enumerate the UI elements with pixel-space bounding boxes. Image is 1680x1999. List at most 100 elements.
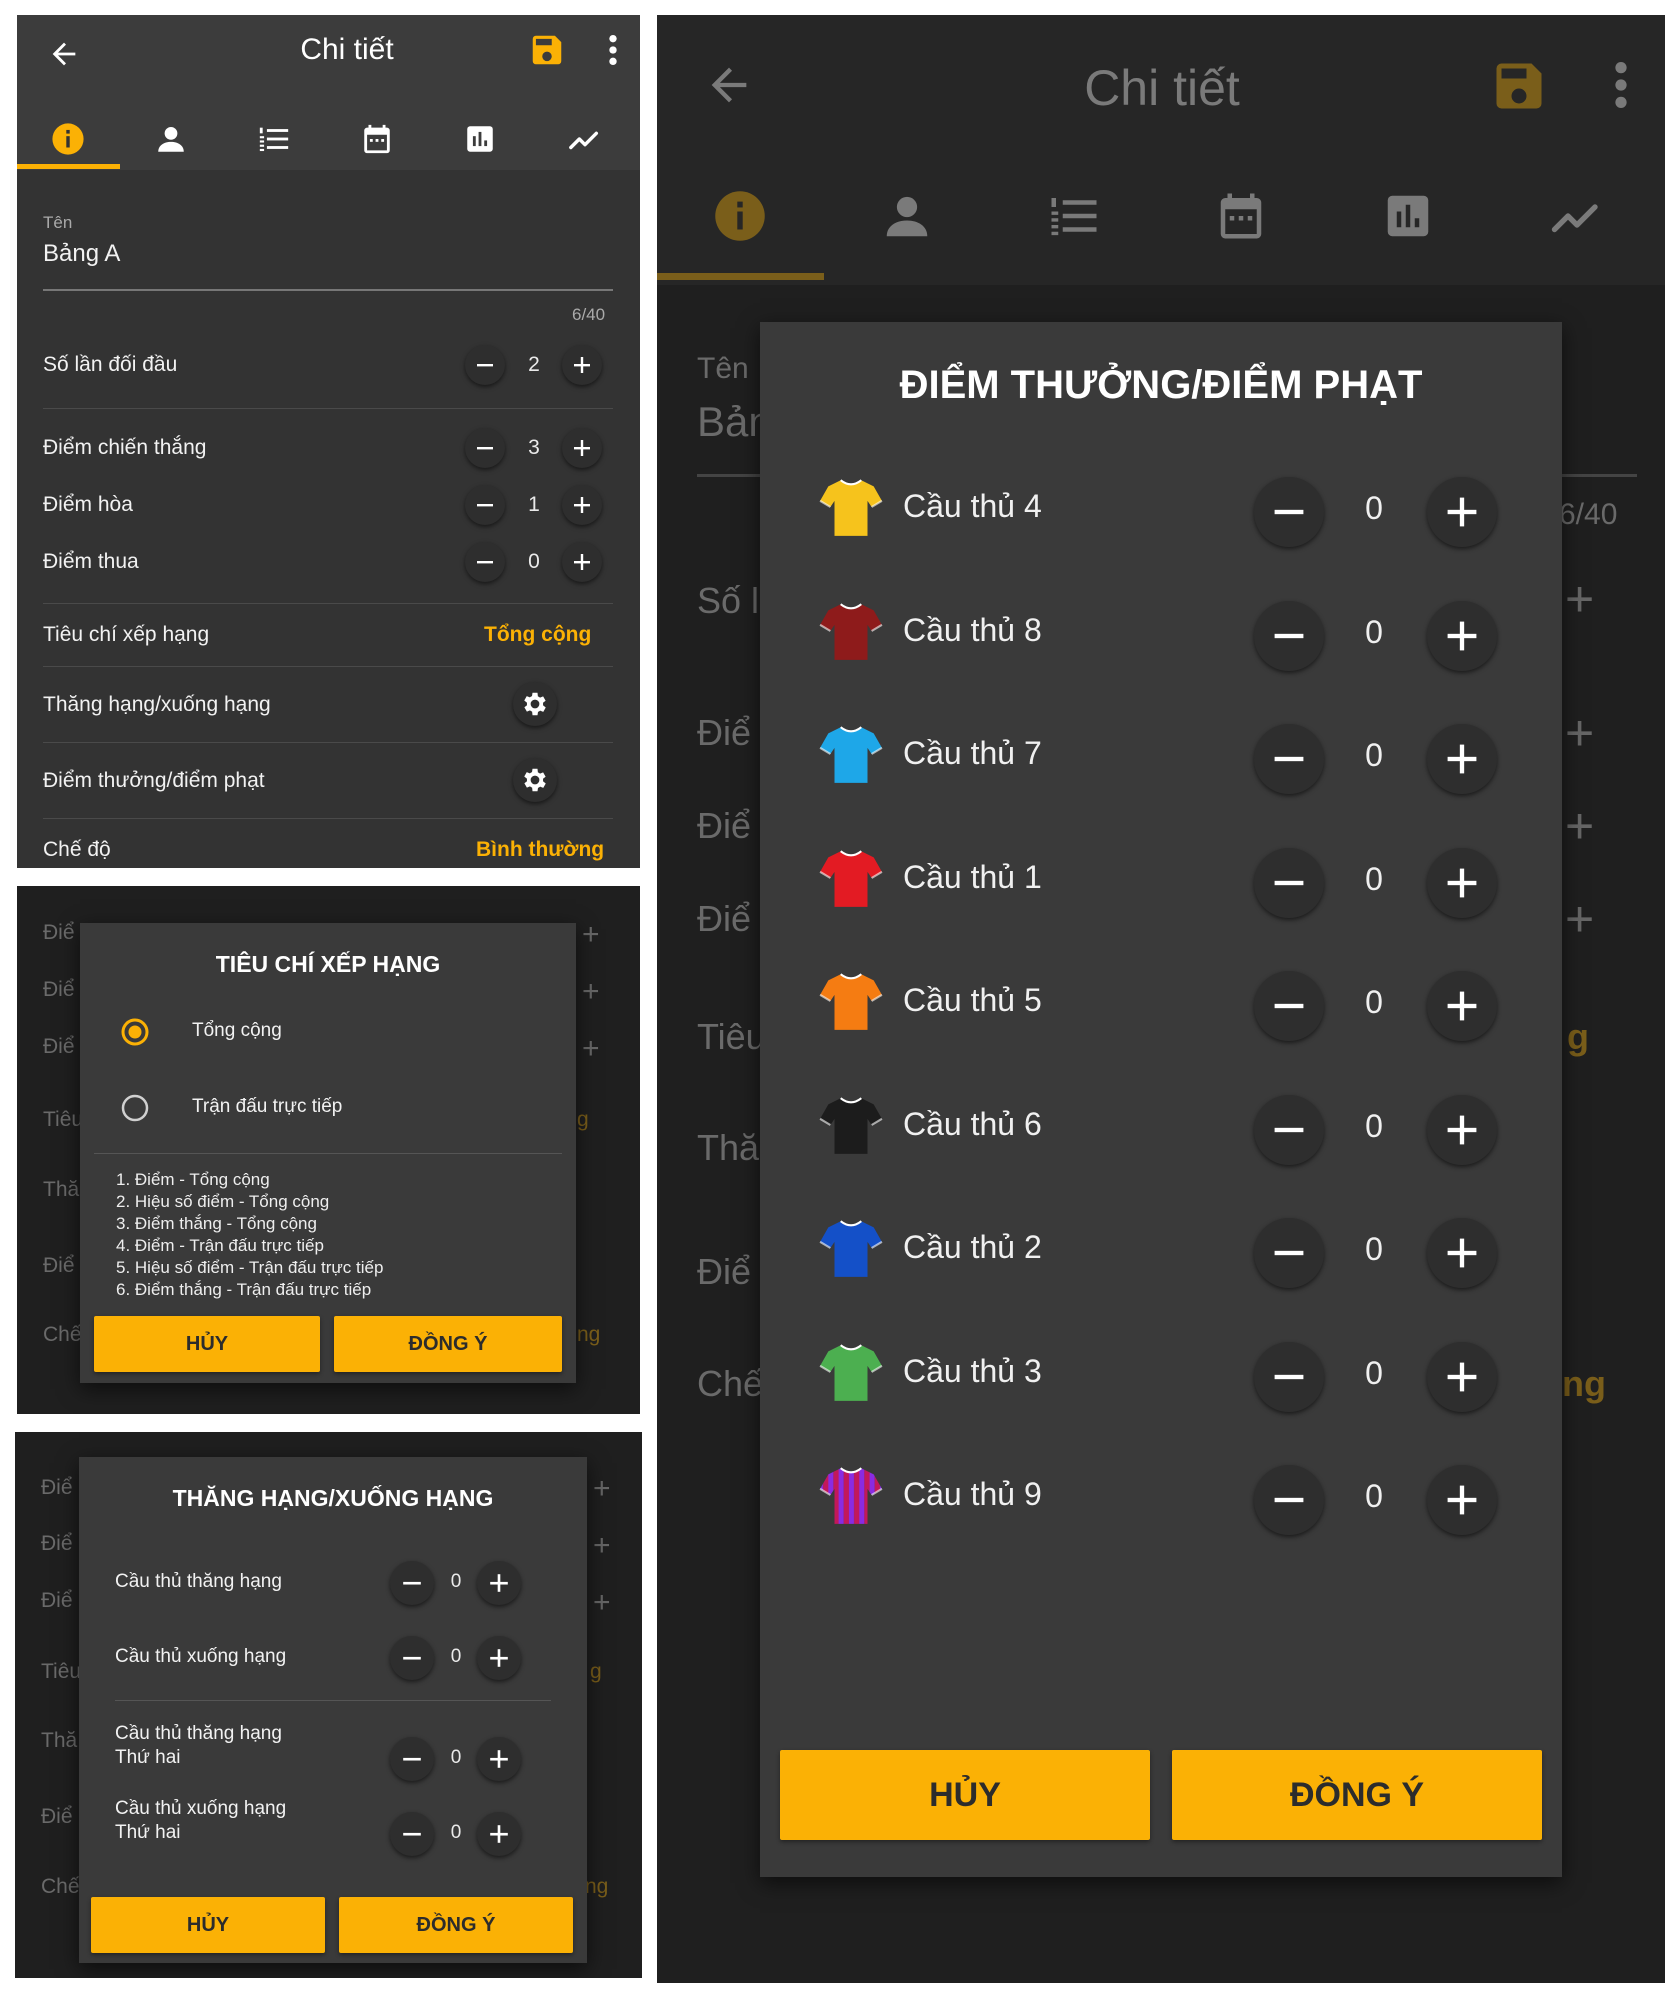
dialog-title: ĐIỂM THƯỞNG/ĐIỂM PHẠT xyxy=(899,363,1423,407)
save-icon[interactable] xyxy=(1489,56,1549,116)
matchups-plus-button[interactable] xyxy=(562,345,602,385)
ranking-criteria-value[interactable]: Tổng cộng xyxy=(484,623,591,647)
bg-text: Thă xyxy=(697,1127,760,1168)
draw-points-plus-button[interactable] xyxy=(562,485,602,525)
more-vert-icon[interactable] xyxy=(1612,59,1630,111)
person-icon[interactable] xyxy=(880,189,934,243)
draw-points-value: 1 xyxy=(528,493,540,516)
jersey-icon xyxy=(819,1467,883,1524)
ok-button[interactable]: ĐỒNG Ý xyxy=(1172,1750,1542,1840)
relegated-minus-button[interactable] xyxy=(390,1636,434,1680)
player-minus-button[interactable] xyxy=(1254,600,1324,671)
player-plus-button[interactable] xyxy=(1427,1094,1497,1165)
gear-icon xyxy=(524,768,546,792)
player-minus-button[interactable] xyxy=(1254,971,1324,1041)
bg-text: Điể xyxy=(43,1254,75,1277)
trend-icon[interactable] xyxy=(1547,189,1607,243)
back-arrow-icon[interactable] xyxy=(703,59,755,111)
mode-value[interactable]: Bình thường xyxy=(476,838,604,862)
bg-text: g xyxy=(1567,1016,1589,1057)
player-minus-button[interactable] xyxy=(1254,847,1324,918)
promoted-minus-button[interactable] xyxy=(390,1561,434,1605)
more-vert-icon[interactable] xyxy=(607,33,619,67)
calendar-icon[interactable] xyxy=(1214,189,1268,243)
tab-trend[interactable] xyxy=(532,110,640,170)
player-minus-button[interactable] xyxy=(1254,1465,1324,1535)
info-icon[interactable] xyxy=(713,189,767,243)
win-points-minus-button[interactable] xyxy=(465,428,505,468)
bg-text: Điể xyxy=(697,712,752,753)
player-minus-button[interactable] xyxy=(1254,724,1324,794)
bg-plus-icon: + xyxy=(582,918,600,951)
bonus-settings-button[interactable] xyxy=(513,758,557,802)
tab-list[interactable] xyxy=(223,110,326,170)
page-title: Chi tiết xyxy=(300,33,394,66)
player-minus-button[interactable] xyxy=(1254,1341,1324,1412)
matchups-minus-button[interactable] xyxy=(465,345,505,385)
tab-info[interactable] xyxy=(17,110,120,170)
promoted-plus-button[interactable] xyxy=(477,1561,521,1605)
back-arrow-icon[interactable] xyxy=(47,37,81,71)
player-plus-button[interactable] xyxy=(1427,847,1497,918)
relegated-plus-button[interactable] xyxy=(477,1636,521,1680)
radio-option-head-to-head[interactable]: Trận đấu trực tiếp xyxy=(120,1089,540,1129)
cancel-button[interactable]: HỦY xyxy=(780,1750,1150,1840)
mode-label: Chế độ xyxy=(43,838,111,861)
ok-button[interactable]: ĐỒNG Ý xyxy=(334,1316,562,1372)
bg-text: ng xyxy=(577,1323,601,1346)
radio-unselected-icon xyxy=(121,1094,149,1122)
save-icon[interactable] xyxy=(528,31,566,69)
bg-text: Chế xyxy=(697,1363,764,1404)
jersey-icon xyxy=(819,1096,883,1154)
person-icon xyxy=(158,126,184,152)
page-title: Chi tiết xyxy=(1084,60,1240,116)
player-plus-button[interactable] xyxy=(1427,1218,1497,1288)
player-row: Cầu thủ 6 0 xyxy=(760,1064,1562,1188)
player-plus-button[interactable] xyxy=(1427,724,1497,794)
player-plus-button[interactable] xyxy=(1427,600,1497,671)
name-field[interactable]: Bảng A xyxy=(43,240,120,268)
bg-plus-icon: + xyxy=(593,1586,611,1619)
player-minus-button[interactable] xyxy=(1254,477,1324,547)
name-counter: 6/40 xyxy=(572,305,606,324)
draw-points-minus-button[interactable] xyxy=(465,485,505,525)
player-row: Cầu thủ 1 0 xyxy=(760,817,1562,941)
loss-points-minus-button[interactable] xyxy=(465,542,505,582)
relegated-second-minus-button[interactable] xyxy=(390,1812,434,1856)
player-row: Cầu thủ 9 0 xyxy=(760,1434,1562,1558)
criteria-item: 1. Điểm - Tổng cộng xyxy=(116,1170,270,1189)
numbered-list-icon xyxy=(259,127,289,152)
ok-button[interactable]: ĐỒNG Ý xyxy=(339,1897,573,1953)
player-plus-button[interactable] xyxy=(1427,1465,1497,1535)
cancel-button[interactable]: HỦY xyxy=(94,1316,320,1372)
app-bar: Chi tiết xyxy=(17,15,640,170)
dim-app-bar: Chi tiết xyxy=(657,15,1665,285)
player-row: Cầu thủ 8 0 xyxy=(760,570,1562,694)
player-name: Cầu thủ 1 xyxy=(903,858,1042,895)
tab-stats[interactable] xyxy=(429,110,532,170)
relegated-second-plus-button[interactable] xyxy=(477,1812,521,1856)
relegated-second-label: Cầu thủ xuống hạng xyxy=(115,1798,287,1819)
player-plus-button[interactable] xyxy=(1427,971,1497,1041)
numbered-list-icon[interactable] xyxy=(1047,189,1101,243)
player-minus-button[interactable] xyxy=(1254,1218,1324,1288)
player-plus-button[interactable] xyxy=(1427,477,1497,547)
promoted-second-minus-button[interactable] xyxy=(390,1737,434,1781)
win-points-plus-button[interactable] xyxy=(562,428,602,468)
player-plus-button[interactable] xyxy=(1427,1341,1497,1412)
win-points-value: 3 xyxy=(528,436,540,459)
player-minus-button[interactable] xyxy=(1254,1094,1324,1165)
promoted-second-plus-button[interactable] xyxy=(477,1737,521,1781)
cancel-button[interactable]: HỦY xyxy=(91,1897,325,1953)
tab-person[interactable] xyxy=(120,110,223,170)
radio-option-total[interactable]: Tổng cộng xyxy=(120,1013,540,1053)
player-name: Cầu thủ 4 xyxy=(903,488,1042,524)
jersey-icon xyxy=(819,1220,883,1277)
bonus-penalty-dialog: ĐIỂM THƯỞNG/ĐIỂM PHẠT Cầu thủ 4 0 Cầu thủ … xyxy=(760,322,1562,1877)
player-name: Cầu thủ 9 xyxy=(903,1476,1042,1512)
loss-points-plus-button[interactable] xyxy=(562,542,602,582)
bar-chart-icon[interactable] xyxy=(1381,189,1435,243)
promotion-settings-button[interactable] xyxy=(513,682,557,726)
tab-calendar[interactable] xyxy=(326,110,429,170)
bg-plus-icon: + xyxy=(582,975,600,1008)
